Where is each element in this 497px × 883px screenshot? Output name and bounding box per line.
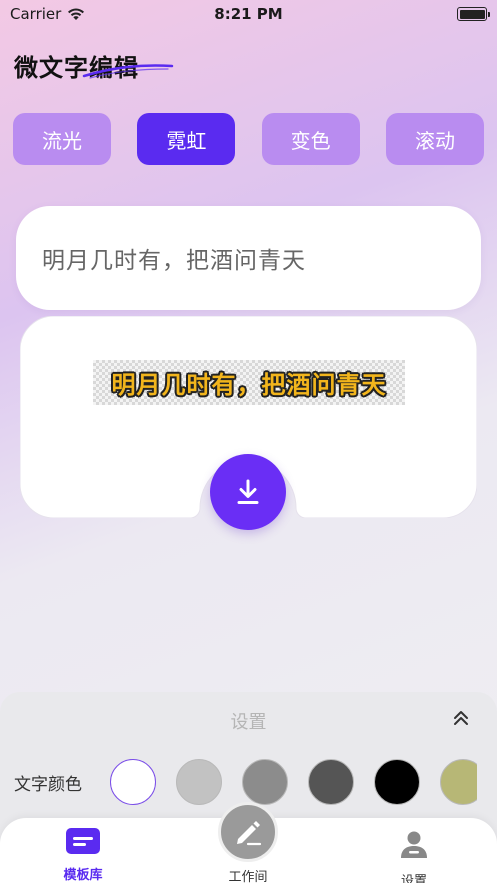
battery-icon bbox=[457, 7, 490, 21]
color-swatch-olive[interactable] bbox=[440, 759, 477, 805]
color-swatch-gray[interactable] bbox=[242, 759, 288, 805]
wifi-icon bbox=[68, 8, 85, 20]
download-button[interactable] bbox=[210, 454, 286, 530]
template-icon bbox=[66, 828, 100, 854]
color-swatch-white[interactable] bbox=[110, 759, 156, 805]
color-swatch-dark-gray[interactable] bbox=[308, 759, 354, 805]
text-input-card[interactable]: 明月几时有，把酒问青天 bbox=[16, 206, 481, 310]
title-brush-stroke bbox=[82, 64, 174, 79]
text-input[interactable]: 明月几时有，把酒问青天 bbox=[42, 241, 306, 275]
tab-liuguang[interactable]: 流光 bbox=[13, 113, 111, 165]
color-swatch-black[interactable] bbox=[374, 759, 420, 805]
tabbar-item-settings[interactable]: 设置 bbox=[369, 828, 459, 883]
tabbar-label-settings: 设置 bbox=[400, 874, 427, 883]
tabbar-item-templates[interactable]: 模板库 bbox=[38, 828, 128, 883]
carrier-label: Carrier bbox=[10, 5, 62, 23]
color-swatches bbox=[110, 759, 477, 807]
settings-panel-title: 设置 bbox=[230, 712, 267, 733]
effect-tabs: 流光 霓虹 变色 滚动 bbox=[13, 113, 484, 165]
chevron-double-up-icon[interactable] bbox=[451, 708, 471, 728]
tab-scroll[interactable]: 滚动 bbox=[385, 113, 484, 165]
preview-text: 明月几时有，把酒问青天 bbox=[111, 371, 387, 399]
preview-transparent-area: 明月几时有，把酒问青天 bbox=[93, 360, 405, 405]
workshop-button[interactable] bbox=[218, 802, 278, 862]
tabbar-label-workshop: 工作间 bbox=[228, 870, 268, 883]
user-settings-icon bbox=[401, 831, 427, 858]
text-color-label: 文字颜色 bbox=[14, 775, 82, 795]
tabbar-label-templates: 模板库 bbox=[63, 868, 103, 883]
tab-neon[interactable]: 霓虹 bbox=[137, 113, 236, 165]
download-icon bbox=[237, 479, 259, 504]
edit-pencil-icon bbox=[237, 821, 262, 846]
status-bar: Carrier 8:21 PM bbox=[0, 0, 497, 28]
status-left: Carrier bbox=[10, 5, 85, 23]
tab-color-change[interactable]: 变色 bbox=[261, 113, 360, 165]
color-swatch-light-gray[interactable] bbox=[176, 759, 222, 805]
